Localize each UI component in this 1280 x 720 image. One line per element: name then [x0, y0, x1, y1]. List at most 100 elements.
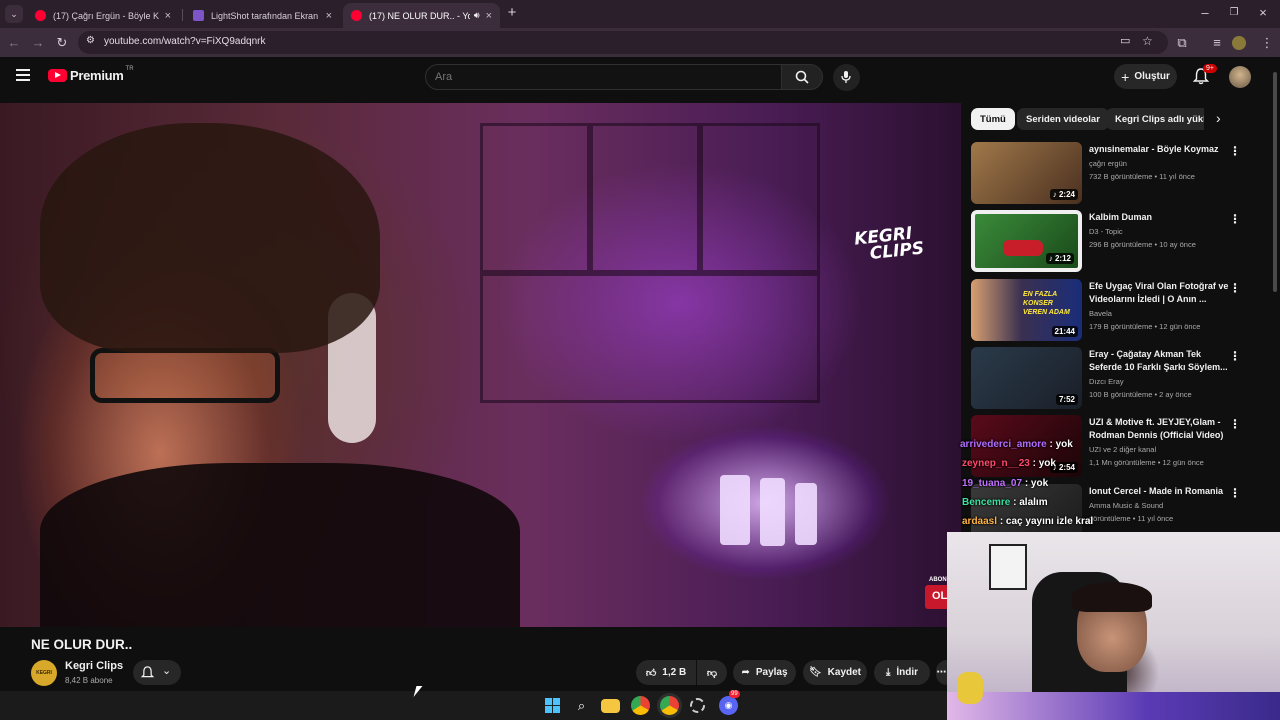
- recommendation-item[interactable]: ♪ 2:12 Kalbim Duman D3 - Topic 296 B gör…: [971, 210, 1251, 274]
- channel-avatar[interactable]: KEGRI CLIPS: [31, 660, 57, 702]
- recommendation-title[interactable]: Kalbim Duman: [1089, 211, 1229, 224]
- download-button[interactable]: ⤓ İndir: [874, 660, 930, 685]
- chrome-active-icon[interactable]: [660, 696, 679, 715]
- close-tab-icon[interactable]: ×: [326, 10, 332, 22]
- recommendation-title[interactable]: Efe Uygaç Viral Olan Fotoğraf ve Videola…: [1089, 280, 1229, 306]
- window-frame-decor: [590, 123, 700, 273]
- profile-avatar[interactable]: [1232, 36, 1246, 50]
- more-options-icon[interactable]: ⋮: [1229, 281, 1241, 295]
- recommendation-channel[interactable]: UZI ve 2 diğer kanal: [1089, 445, 1156, 454]
- video-thumbnail[interactable]: ♪ 2:24: [971, 142, 1082, 204]
- chrome-icon[interactable]: [631, 696, 650, 715]
- more-options-icon[interactable]: ⋮: [1229, 212, 1241, 226]
- video-title: NE OLUR DUR..: [31, 637, 133, 652]
- recommendation-channel[interactable]: çağrı ergün: [1089, 159, 1127, 168]
- search-input[interactable]: [435, 71, 765, 83]
- bookmark-star-icon[interactable]: ☆: [1142, 34, 1153, 48]
- chip-all[interactable]: Tümü: [971, 108, 1015, 130]
- more-options-icon[interactable]: ⋮: [1229, 417, 1241, 431]
- like-button[interactable]: 👍︎ 1,2 B: [636, 660, 696, 685]
- video-player[interactable]: KEGRI CLIPS ABONE OL: [0, 103, 961, 627]
- account-avatar[interactable]: [1229, 66, 1251, 88]
- forward-icon[interactable]: →: [29, 34, 47, 52]
- share-icon: ➦: [741, 667, 750, 678]
- back-icon[interactable]: ←: [5, 34, 23, 52]
- more-actions-button[interactable]: ⋯: [936, 660, 947, 685]
- recommendation-title[interactable]: Eray - Çağatay Akman Tek Seferde 10 Fark…: [1089, 348, 1229, 374]
- address-bar[interactable]: ⚙ youtube.com/watch?v=FiXQ9adqnrk ▭ ☆: [78, 31, 1168, 54]
- notifications-button[interactable]: 9+: [1192, 64, 1217, 86]
- chat-text: : yok: [1032, 458, 1056, 469]
- glasses-decor: [90, 348, 280, 403]
- recommendation-item[interactable]: EN FAZLA KONSER VEREN ADAM 21:44 Efe Uyg…: [971, 279, 1251, 343]
- tab-cagri-ergun[interactable]: (17) Çağrı Ergün - Böyle Koyma ×: [27, 3, 179, 28]
- recommendation-channel[interactable]: Dızcı Eray: [1089, 377, 1124, 386]
- minimize-icon[interactable]: –: [1196, 4, 1214, 22]
- taskbar-search-icon[interactable]: ⌕: [572, 696, 591, 715]
- close-tab-icon[interactable]: ×: [486, 10, 492, 22]
- more-options-icon[interactable]: ⋮: [1229, 349, 1241, 363]
- voice-search-button[interactable]: [833, 64, 860, 91]
- restore-icon[interactable]: ❐: [1225, 4, 1243, 22]
- chat-message: ardaasl : caç yayını izle kral: [962, 516, 1093, 527]
- recommendation-item[interactable]: 7:52 Eray - Çağatay Akman Tek Seferde 10…: [971, 347, 1251, 411]
- new-tab-button[interactable]: +: [503, 4, 521, 22]
- chip-series[interactable]: Seriden videolar: [1017, 108, 1109, 130]
- video-thumbnail[interactable]: 7:52: [971, 347, 1082, 409]
- windows-start-icon[interactable]: [543, 696, 562, 715]
- recommendation-item[interactable]: ♪ 2:24 aynısinemalar - Böyle Koymaz çağr…: [971, 142, 1251, 206]
- scrollbar-thumb[interactable]: [1273, 72, 1277, 292]
- recommendation-channel[interactable]: D3 - Topic: [1089, 227, 1123, 236]
- recommendation-title[interactable]: UZI & Motive ft. JEYJEY,Glam - Rodman De…: [1089, 416, 1229, 442]
- more-icon: ⋯: [936, 667, 947, 678]
- channel-name[interactable]: Kegri Clips: [65, 660, 123, 672]
- chip-uploader[interactable]: Kegri Clips adlı yükley: [1106, 108, 1204, 130]
- discord-icon[interactable]: ◉ 99: [719, 690, 740, 715]
- file-explorer-icon[interactable]: [601, 699, 620, 713]
- create-button[interactable]: + Oluştur: [1114, 64, 1177, 89]
- recommendation-meta: görüntüleme • 11 yıl önce: [1089, 514, 1174, 523]
- recommendation-title[interactable]: Ionut Cercel - Made in Romania: [1089, 485, 1229, 498]
- cast-icon[interactable]: ▭: [1120, 34, 1130, 47]
- download-icon: ⤓: [885, 667, 891, 678]
- save-button[interactable]: 🔖︎ Kaydet: [803, 660, 867, 685]
- window-frame-decor: [700, 123, 820, 273]
- save-label: Kaydet: [827, 667, 862, 678]
- recommendation-channel[interactable]: Bavela: [1089, 309, 1112, 318]
- window-frame-decor: [480, 273, 820, 403]
- tab-lightshot[interactable]: LightShot tarafından Ekran Gör ×: [185, 3, 340, 28]
- close-tab-icon[interactable]: ×: [165, 10, 171, 22]
- youtube-premium-logo[interactable]: Premium TR: [48, 65, 134, 83]
- more-options-icon[interactable]: ⋮: [1229, 486, 1241, 500]
- app-icon[interactable]: [690, 698, 705, 713]
- logo-region: TR: [125, 65, 134, 72]
- audio-playing-icon[interactable]: 🔊︎: [474, 10, 480, 21]
- duration-badge: ♪ 2:24: [1049, 189, 1078, 200]
- tab-ne-olur-dur[interactable]: (17) NE OLUR DUR.. - YouTu 🔊︎ ×: [343, 3, 500, 28]
- browser-menu-icon[interactable]: ⋮: [1258, 34, 1276, 52]
- site-info-icon[interactable]: ⚙: [86, 35, 95, 46]
- chevron-right-icon[interactable]: ›: [1216, 110, 1221, 126]
- close-window-icon[interactable]: ×: [1254, 4, 1272, 22]
- recommendation-channel[interactable]: Amma Music & Sound: [1089, 501, 1163, 510]
- notification-preference-button[interactable]: ⌄: [133, 660, 181, 685]
- reload-icon[interactable]: ↻: [53, 34, 71, 52]
- page-scrollbar[interactable]: [1270, 57, 1280, 532]
- tab-search-icon[interactable]: ⌄: [5, 5, 23, 23]
- share-button[interactable]: ➦ Paylaş: [733, 660, 796, 685]
- tab-separator: [182, 9, 183, 21]
- dislike-button[interactable]: 👎︎: [697, 660, 727, 685]
- extensions-icon[interactable]: ⧉: [1173, 34, 1191, 52]
- duration-badge: ♪ 2:12: [1045, 253, 1074, 264]
- hamburger-menu-icon[interactable]: [16, 69, 30, 81]
- share-label: Paylaş: [755, 667, 788, 678]
- window-frame-decor: [480, 123, 590, 273]
- search-button[interactable]: [781, 64, 823, 90]
- more-options-icon[interactable]: ⋮: [1229, 144, 1241, 158]
- recommendation-title[interactable]: aynısinemalar - Böyle Koymaz: [1089, 143, 1229, 156]
- reading-list-icon[interactable]: ≡: [1208, 34, 1226, 52]
- mouse-cursor-icon: [413, 686, 423, 697]
- video-thumbnail[interactable]: EN FAZLA KONSER VEREN ADAM 21:44: [971, 279, 1082, 341]
- video-thumbnail[interactable]: ♪ 2:12: [971, 210, 1082, 272]
- chat-message: arrivederci_amore : yok: [960, 439, 1073, 450]
